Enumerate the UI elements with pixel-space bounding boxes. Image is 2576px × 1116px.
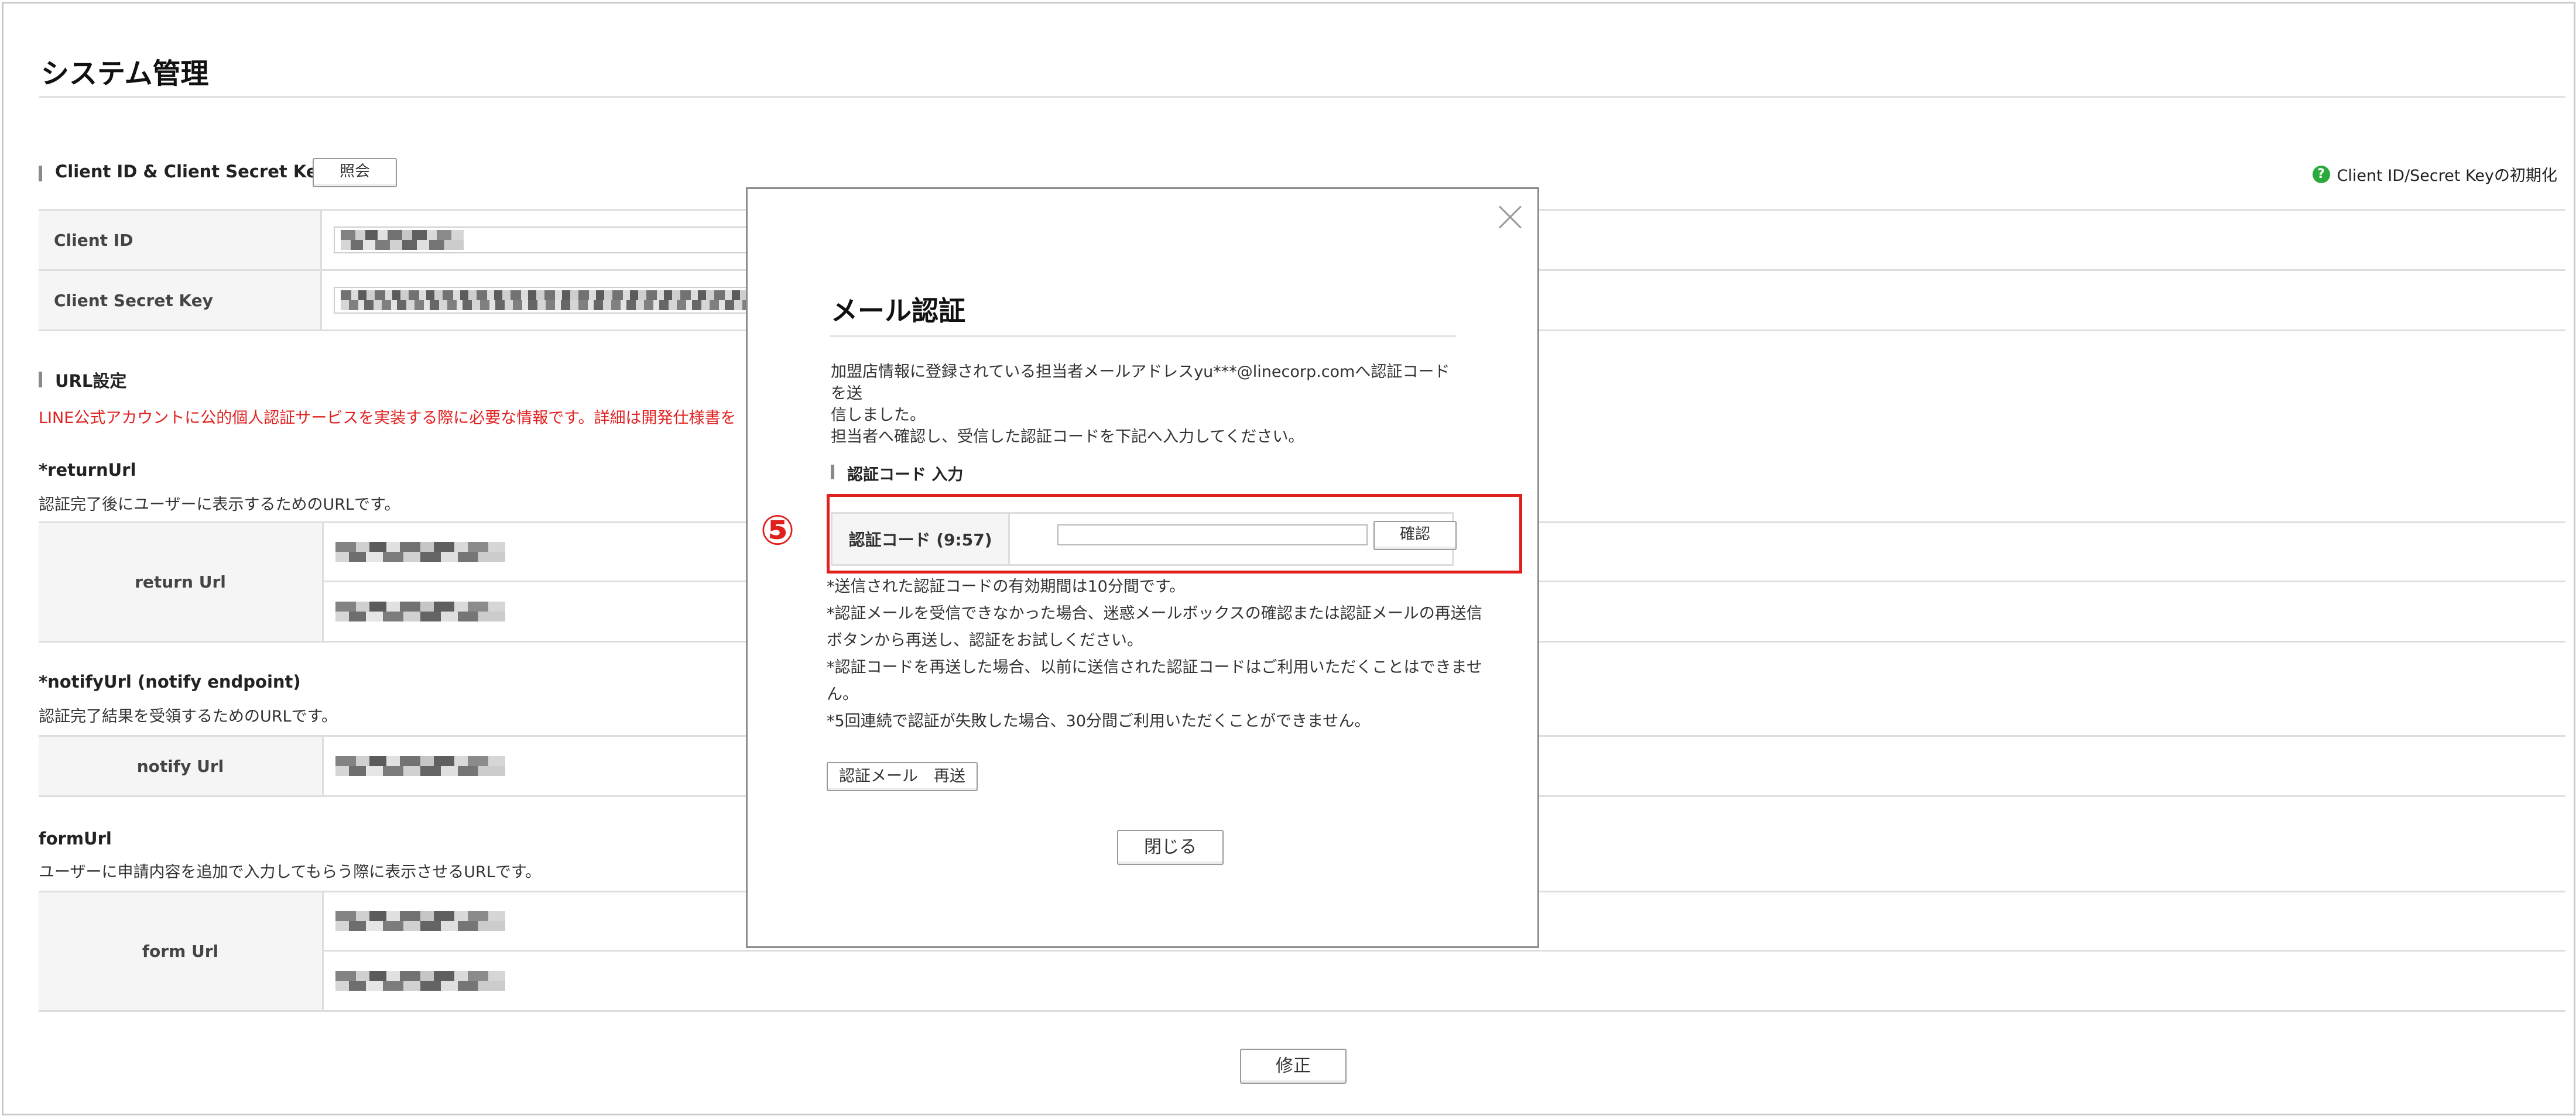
form-url-row-label: form Url [39,892,324,1010]
dialog-message: 加盟店情報に登録されている担当者メールアドレスyu***@linecorp.co… [831,363,1450,446]
url-section-title: URL設定 [39,368,126,392]
masked-client-secret [341,290,751,310]
return-url-description: 認証完了後にユーザーに表示するためのURLです。 [39,496,400,514]
form-url-label: formUrl [39,829,112,849]
client-secret-field[interactable] [334,287,763,314]
reset-client-key-link[interactable]: ? Client ID/Secret Keyの初期化 [2312,163,2557,186]
reset-link-label: Client ID/Secret Keyの初期化 [2337,167,2557,185]
masked-return-url-2 [335,602,505,621]
form-url-description: ユーザーに申請内容を追加で入力してもらう際に表示させるURLです。 [39,863,542,881]
client-id-field[interactable] [334,226,763,253]
title-divider [39,96,2565,98]
dialog-title-divider [830,335,1456,337]
masked-form-url-1 [335,911,505,931]
client-id-label: Client ID [39,211,322,269]
dialog-title: メール認証 [831,295,965,327]
step-number-badge: ⑤ [760,506,795,554]
main-window: システム管理 Client ID & Client Secret Key 照会 … [2,2,2575,1115]
dialog-notes: *送信された認証コードの有効期間は10分間です。 *認証メールを受信できなかった… [827,578,1482,730]
masked-return-url-1 [335,542,505,562]
help-circle-icon: ? [2312,165,2330,183]
close-dialog-button[interactable]: 閉じる [1117,830,1224,865]
return-url-row-label: return Url [39,523,324,641]
masked-notify-url [335,756,505,776]
masked-client-id [341,230,464,250]
code-entry-highlight [827,494,1522,574]
page-title: システム管理 [41,57,209,90]
notify-url-label: *notifyUrl (notify endpoint) [39,672,301,692]
return-url-label: *returnUrl [39,460,136,480]
notify-url-description: 認証完了結果を受領するためのURLです。 [39,708,337,726]
close-icon[interactable] [1498,204,1523,230]
masked-form-url-2 [335,971,505,991]
notify-url-row-label: notify Url [39,737,324,795]
inquiry-button[interactable]: 照会 [313,158,397,187]
modify-button[interactable]: 修正 [1240,1049,1347,1084]
client-section-title: Client ID & Client Secret Key [39,162,328,181]
url-section-note: LINE公式アカウントに公的個人認証サービスを実装する際に必要な情報です。詳細は… [39,409,737,427]
resend-email-button[interactable]: 認証メール 再送 [827,762,978,791]
code-section-title: 認証コード 入力 [831,462,963,485]
client-secret-label: Client Secret Key [39,271,322,329]
